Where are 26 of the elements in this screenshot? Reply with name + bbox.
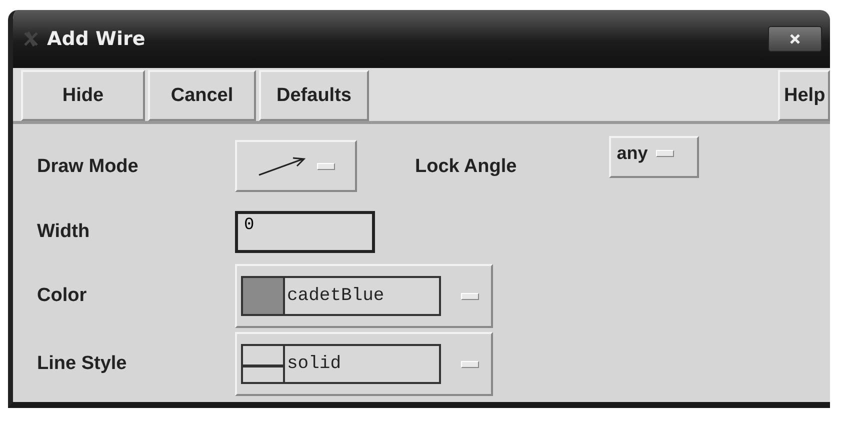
line-style-menu[interactable]: solid [235,332,493,396]
menu-value: solid [286,353,342,376]
lock-angle-menu[interactable]: any [608,136,699,178]
menu-indicator-icon [317,162,335,170]
window-title: Add Wire [47,28,146,50]
toolbar-button[interactable]: Defaults [259,70,369,121]
close-icon [789,33,801,45]
toolbar-button[interactable]: Hide [21,70,145,121]
help-button[interactable]: Help [778,70,830,121]
draw-mode-menu[interactable] [235,140,357,192]
color-menu[interactable]: cadetBlue [235,264,493,328]
field-label: Line Style [37,353,128,375]
line-sample-icon [243,346,285,382]
toolbar-button[interactable]: Cancel [148,70,256,121]
color-swatch [243,278,285,314]
field-label: Lock Angle [415,156,517,178]
menu-indicator-icon [461,360,479,368]
field-label: Draw Mode [37,156,140,178]
menu-indicator-icon [461,292,479,300]
field-label: Color [37,285,88,307]
menu-indicator-icon [656,150,674,156]
app-icon [23,31,39,47]
menu-value: cadetBlue [286,285,384,308]
width-field[interactable]: 0 [235,211,375,253]
field-label: Width [37,221,91,243]
close-button[interactable] [768,26,822,52]
